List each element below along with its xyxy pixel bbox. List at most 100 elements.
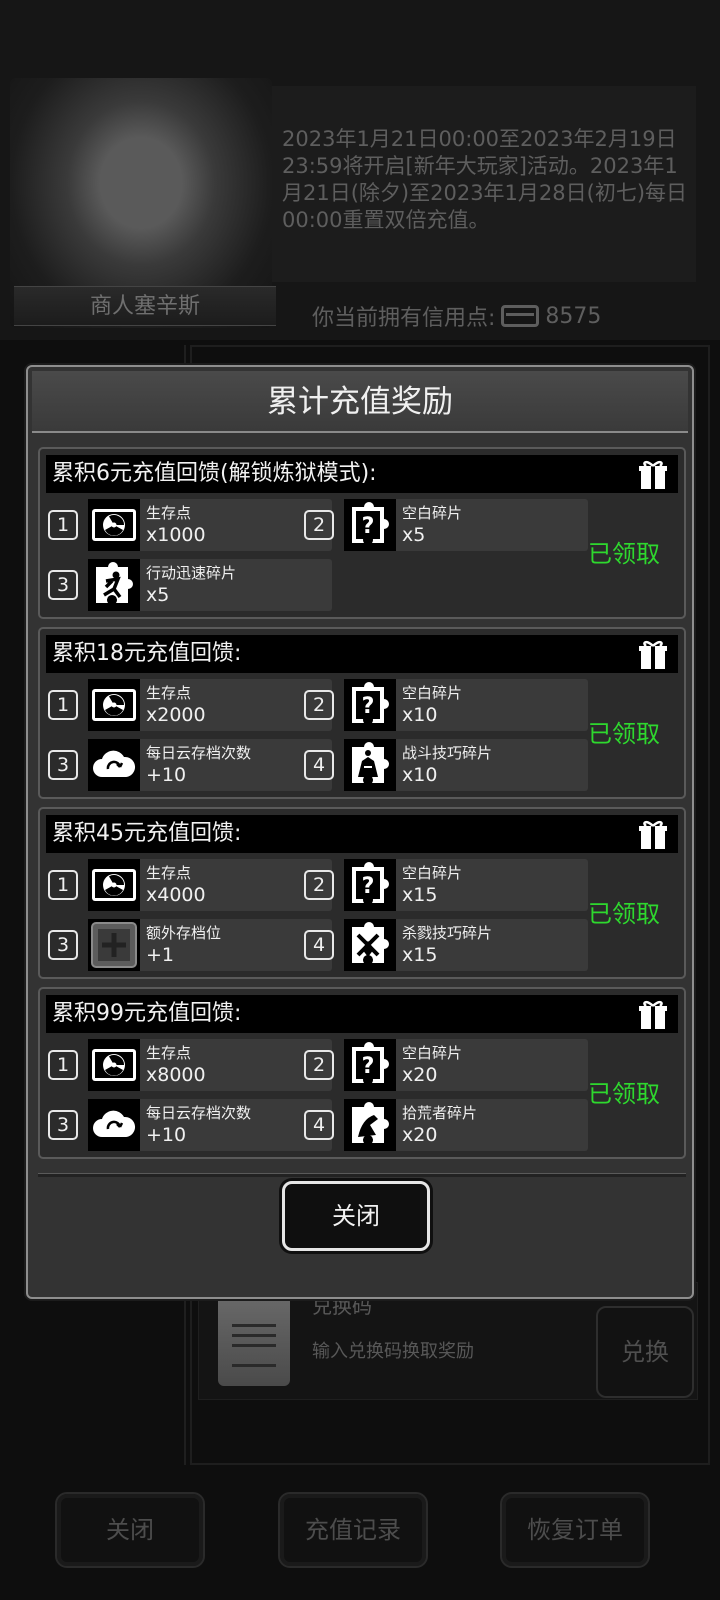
puzzle-scavenger-icon xyxy=(344,1099,396,1151)
reward-group-title-text: 累积18元充值回馈: xyxy=(52,641,242,666)
reward-item-number: 4 xyxy=(304,930,334,960)
reward-item[interactable]: 拾荒者碎片 x20 xyxy=(344,1099,588,1151)
scroll-icon xyxy=(218,1290,290,1386)
reward-item-quantity: x15 xyxy=(402,884,438,906)
reward-item-number: 3 xyxy=(48,1110,78,1140)
reward-item[interactable]: 生存点 x4000 xyxy=(88,859,332,911)
reward-item-number: 1 xyxy=(48,690,78,720)
modal-title: 累计充值奖励 xyxy=(32,371,688,433)
reward-group: 累积99元充值回馈: 1 生存点 x8000 2? 空白碎片 x20 3 每日云存档次数 +10 4… xyxy=(38,987,686,1159)
reward-item-number: 2 xyxy=(304,510,334,540)
reward-item-quantity: x2000 xyxy=(146,704,206,726)
cumulative-recharge-modal: 累计充值奖励 累积6元充值回馈(解锁炼狱模式): 1 生存点 x1000 2? 空白碎片 x… xyxy=(26,365,694,1299)
modal-divider xyxy=(38,1173,686,1177)
reward-item-number: 2 xyxy=(304,690,334,720)
reward-item-quantity: x1000 xyxy=(146,524,206,546)
reward-item-name: 生存点 xyxy=(146,684,192,702)
reward-item[interactable]: ? 空白碎片 x15 xyxy=(344,859,588,911)
claimed-status: 已领取 xyxy=(588,720,660,748)
puzzle-question-icon: ? xyxy=(344,1039,396,1091)
credit-balance: 你当前拥有信用点: 8575 xyxy=(312,300,601,332)
claimed-status: 已领取 xyxy=(588,1080,660,1108)
svg-text:?: ? xyxy=(362,1054,375,1079)
reward-item-number: 4 xyxy=(304,1110,334,1140)
svg-text:?: ? xyxy=(362,874,375,899)
reward-item-name: 空白碎片 xyxy=(402,1044,463,1062)
puzzle-kill-icon xyxy=(344,919,396,971)
reward-item-number: 1 xyxy=(48,510,78,540)
reward-item-name: 生存点 xyxy=(146,1044,192,1062)
reward-item-quantity: x8000 xyxy=(146,1064,206,1086)
reward-item[interactable]: 杀戮技巧碎片 x15 xyxy=(344,919,588,971)
reward-group-title-text: 累积45元充值回馈: xyxy=(52,821,242,846)
reward-item-quantity: x15 xyxy=(402,944,438,966)
reward-item-number: 4 xyxy=(304,750,334,780)
credit-label: 你当前拥有信用点: xyxy=(312,306,496,331)
radiation-icon xyxy=(88,679,140,731)
reward-item[interactable]: 行动迅速碎片 x5 xyxy=(88,559,332,611)
reward-item[interactable]: 战斗技巧碎片 x10 xyxy=(344,739,588,791)
reward-item[interactable]: ? 空白碎片 x10 xyxy=(344,679,588,731)
reward-item-number: 1 xyxy=(48,1050,78,1080)
svg-text:?: ? xyxy=(362,514,375,539)
reward-group: 累积45元充值回馈: 1 生存点 x4000 2? 空白碎片 x15 3 额外存档位 +1 4 杀戮技… xyxy=(38,807,686,979)
event-notice: 2023年1月21日00:00至2023年2月19日23:59将开启[新年大玩家… xyxy=(272,86,696,282)
radiation-icon xyxy=(88,499,140,551)
credit-card-icon xyxy=(501,305,540,327)
redeem-button[interactable]: 兑换 xyxy=(596,1306,694,1398)
restore-order-button[interactable]: 恢复订单 xyxy=(500,1492,650,1568)
reward-item-name: 杀戮技巧碎片 xyxy=(402,924,493,942)
reward-group-title: 累积45元充值回馈: xyxy=(46,815,678,853)
reward-item[interactable]: ? 空白碎片 x5 xyxy=(344,499,588,551)
svg-text:?: ? xyxy=(362,694,375,719)
reward-item-quantity: x20 xyxy=(402,1064,438,1086)
reward-item-number: 3 xyxy=(48,930,78,960)
reward-item-quantity: x4000 xyxy=(146,884,206,906)
reward-item[interactable]: 每日云存档次数 +10 xyxy=(88,1099,332,1151)
cloud-sync-icon xyxy=(88,1099,140,1151)
reward-item[interactable]: 生存点 x1000 xyxy=(88,499,332,551)
redeem-code-input[interactable] xyxy=(308,1322,576,1380)
reward-item-name: 每日云存档次数 xyxy=(146,1104,252,1122)
recharge-history-button[interactable]: 充值记录 xyxy=(278,1492,428,1568)
reward-item-number: 3 xyxy=(48,570,78,600)
reward-item[interactable]: 每日云存档次数 +10 xyxy=(88,739,332,791)
reward-item-number: 2 xyxy=(304,870,334,900)
reward-item-quantity: x5 xyxy=(146,584,170,606)
reward-item[interactable]: 生存点 x2000 xyxy=(88,679,332,731)
puzzle-question-icon: ? xyxy=(344,859,396,911)
reward-item-name: 空白碎片 xyxy=(402,864,463,882)
reward-item[interactable]: 生存点 x8000 xyxy=(88,1039,332,1091)
reward-item-number: 2 xyxy=(304,1050,334,1080)
reward-group-title: 累积18元充值回馈: xyxy=(46,635,678,673)
reward-item-name: 生存点 xyxy=(146,864,192,882)
reward-item-name: 战斗技巧碎片 xyxy=(402,744,493,762)
cloud-sync-icon xyxy=(88,739,140,791)
reward-group-title: 累积6元充值回馈(解锁炼狱模式): xyxy=(46,455,678,493)
reward-item-name: 额外存档位 xyxy=(146,924,222,942)
reward-list[interactable]: 累积6元充值回馈(解锁炼狱模式): 1 生存点 x1000 2? 空白碎片 x5 3 行动迅速碎… xyxy=(38,447,686,1165)
reward-group: 累积6元充值回馈(解锁炼狱模式): 1 生存点 x1000 2? 空白碎片 x5 3 行动迅速碎… xyxy=(38,447,686,619)
reward-item-quantity: +10 xyxy=(146,1124,187,1146)
reward-group-title: 累积99元充值回馈: xyxy=(46,995,678,1033)
reward-item[interactable]: ? 空白碎片 x20 xyxy=(344,1039,588,1091)
reward-item-quantity: +1 xyxy=(146,944,175,966)
claimed-status: 已领取 xyxy=(588,900,660,928)
reward-item-quantity: x20 xyxy=(402,1124,438,1146)
reward-item-quantity: x5 xyxy=(402,524,426,546)
radiation-icon xyxy=(88,859,140,911)
reward-item-quantity: x10 xyxy=(402,704,438,726)
puzzle-fighter-icon xyxy=(344,739,396,791)
reward-item[interactable]: 额外存档位 +1 xyxy=(88,919,332,971)
reward-group-title-text: 累积99元充值回馈: xyxy=(52,1001,242,1026)
puzzle-runner-icon xyxy=(88,559,140,611)
modal-close-button[interactable]: 关闭 xyxy=(282,1181,430,1251)
reward-group: 累积18元充值回馈: 1 生存点 x2000 2 ? 空白碎片 x10 3 每日云存档次数 +10 4… xyxy=(38,627,686,799)
puzzle-question-icon: ? xyxy=(344,499,396,551)
reward-item-name: 生存点 xyxy=(146,504,192,522)
claimed-status: 已领取 xyxy=(588,540,660,568)
radiation-icon xyxy=(88,1039,140,1091)
bottom-close-button[interactable]: 关闭 xyxy=(55,1492,205,1568)
reward-item-number: 3 xyxy=(48,750,78,780)
reward-item-name: 空白碎片 xyxy=(402,504,463,522)
